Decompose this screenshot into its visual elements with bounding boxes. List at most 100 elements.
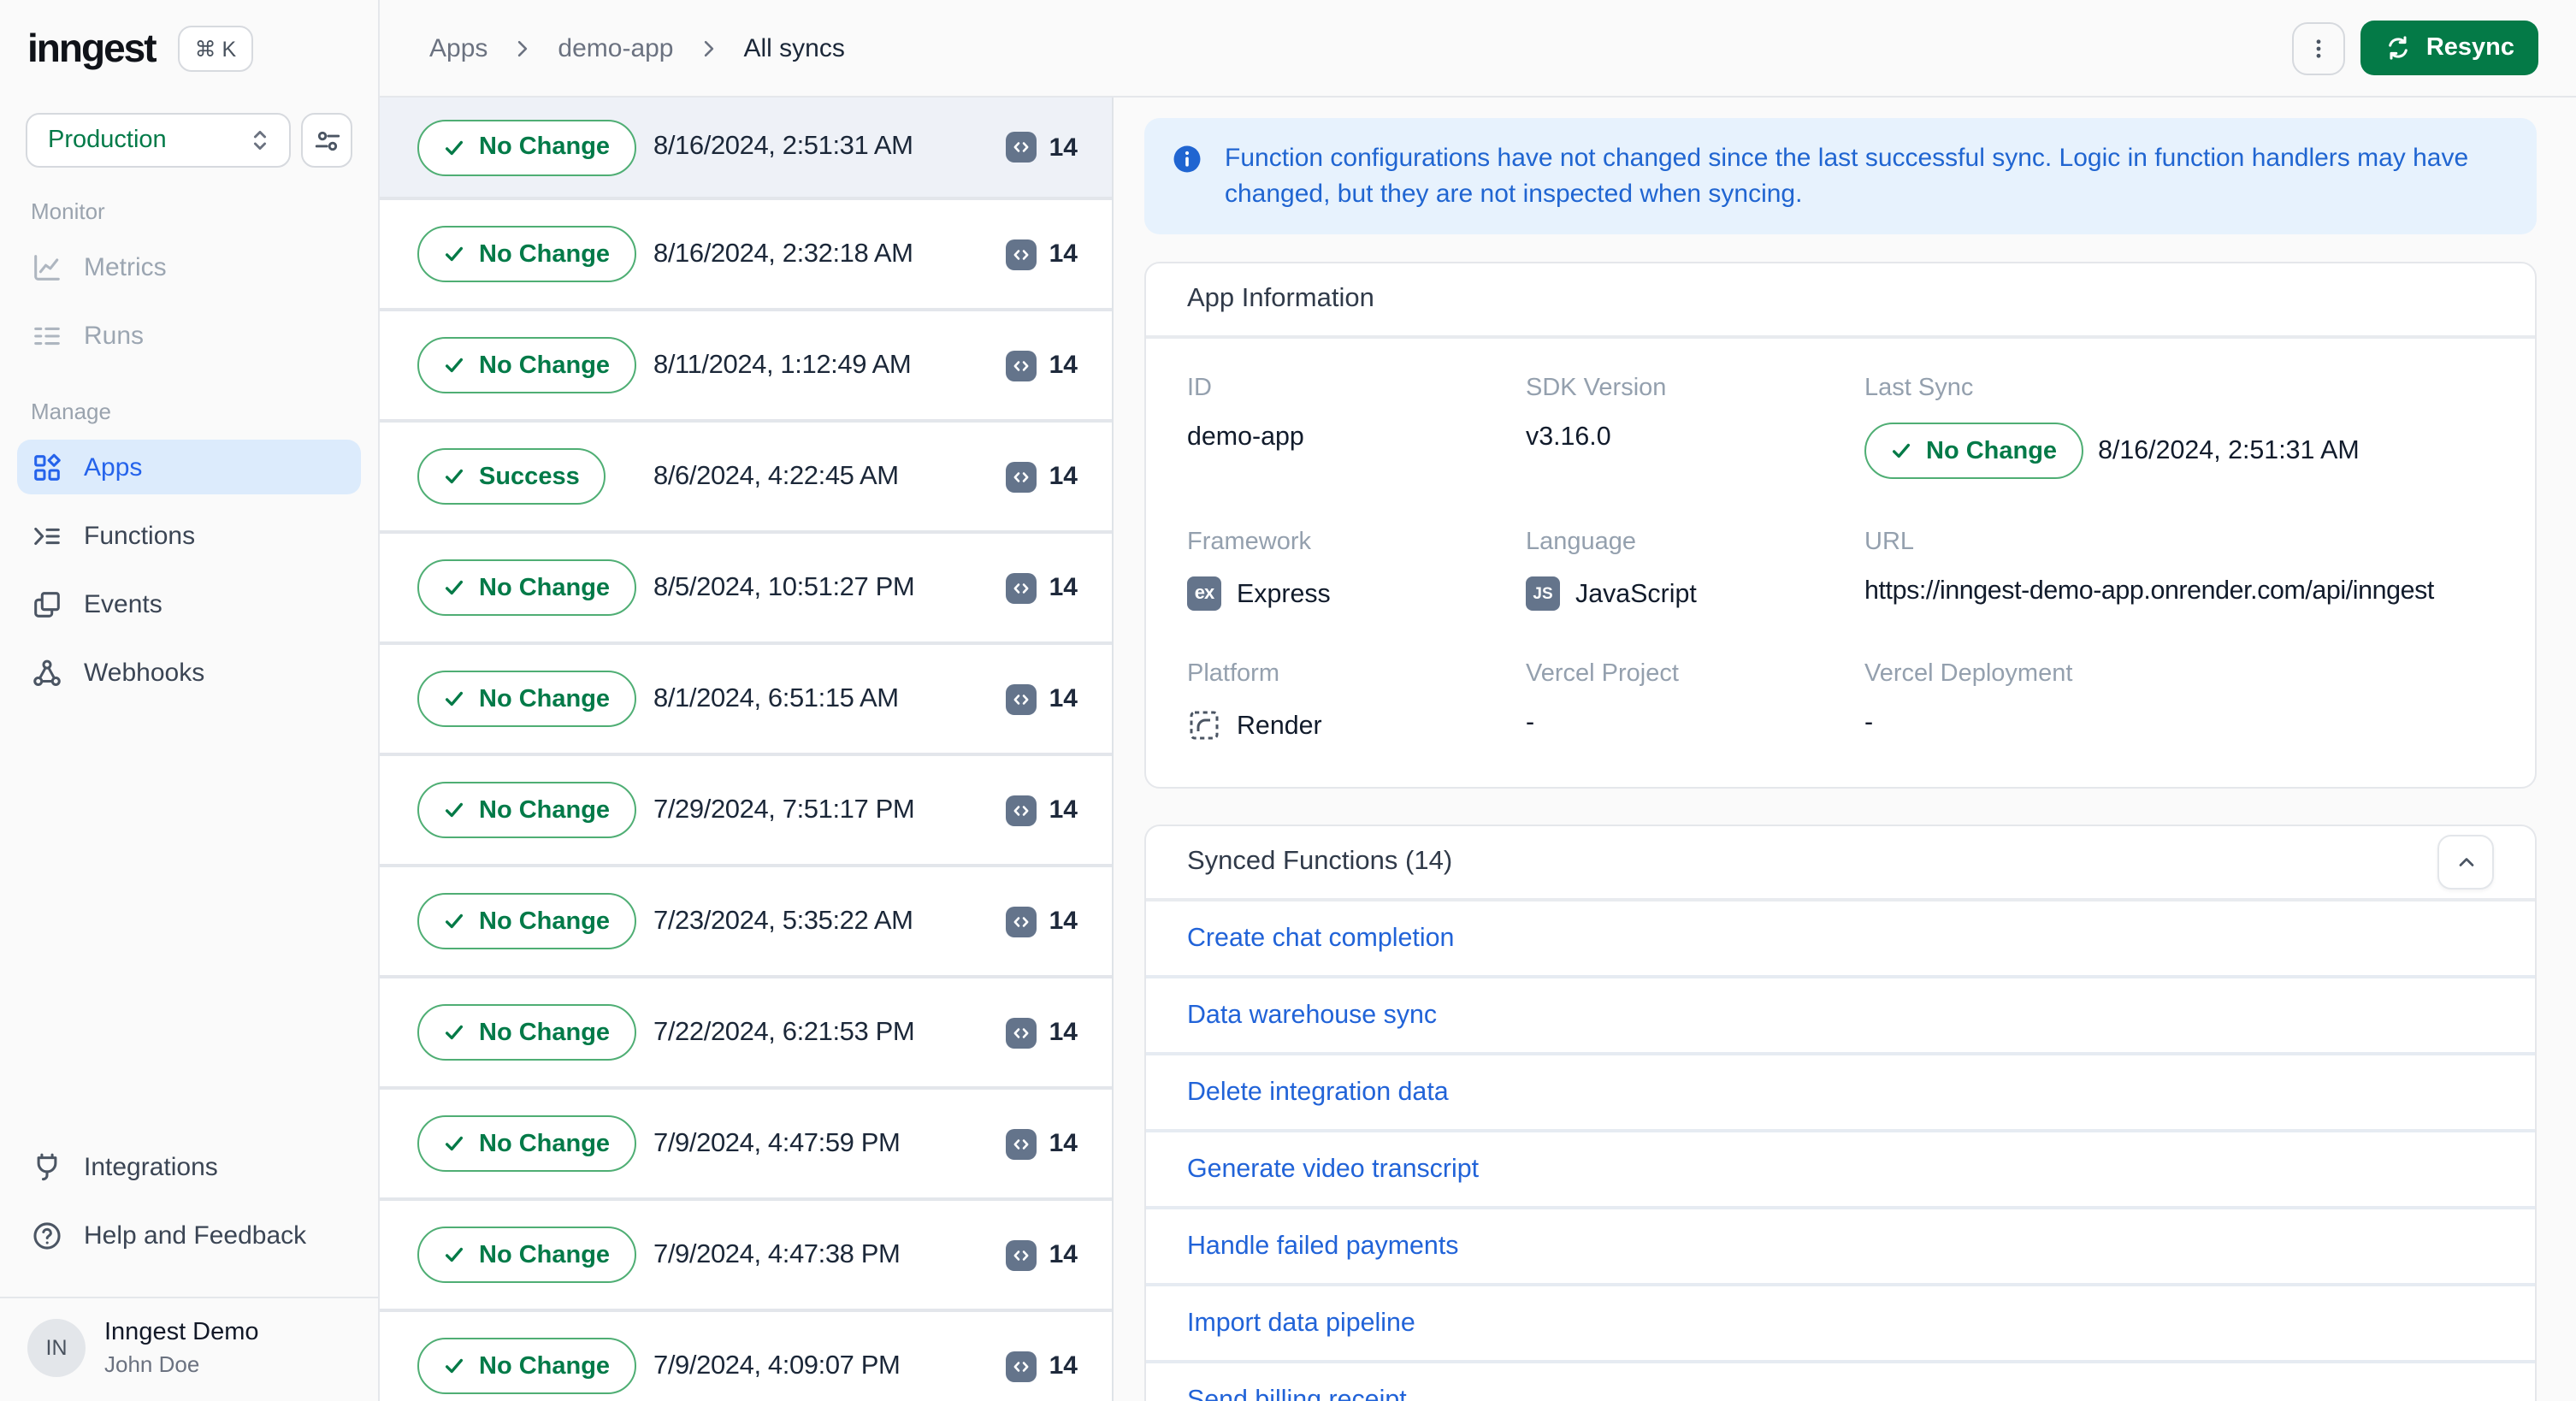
banner-text: Function configurations have not changed…: [1225, 144, 2469, 209]
sidebar-item-label: Metrics: [84, 252, 167, 281]
sync-function-count: 14: [1006, 1239, 1078, 1270]
synced-function-link[interactable]: Data warehouse sync: [1187, 1001, 1437, 1030]
breadcrumb: Apps demo-app All syncs: [429, 33, 845, 62]
more-options-button[interactable]: [2292, 21, 2346, 74]
check-icon: [443, 465, 465, 488]
sidebar-item-label: Integrations: [84, 1152, 218, 1181]
synced-function-row: Create chat completion: [1146, 901, 2535, 978]
field-label: ID: [1187, 375, 1212, 402]
field-value: -: [1864, 708, 1874, 737]
check-icon: [443, 1244, 465, 1266]
resync-label: Resync: [2425, 34, 2514, 62]
field-value: demo-app: [1187, 423, 1304, 452]
code-icon: [1006, 1128, 1037, 1159]
sidebar-item-apps[interactable]: Apps: [17, 440, 361, 494]
user-name: John Doe: [104, 1351, 200, 1377]
sync-function-count: 14: [1006, 1128, 1078, 1159]
sidebar-item-label: Webhooks: [84, 658, 205, 687]
sync-count-number: 14: [1049, 351, 1078, 380]
field-value: v3.16.0: [1526, 423, 1611, 452]
user-profile[interactable]: IN Inngest Demo John Doe: [0, 1297, 378, 1401]
synced-function-link[interactable]: Generate video transcript: [1187, 1155, 1479, 1184]
synced-function-row: Delete integration data: [1146, 1055, 2535, 1132]
webhooks-icon: [31, 656, 63, 689]
breadcrumb-apps[interactable]: Apps: [429, 33, 487, 62]
sidebar-item-metrics[interactable]: Metrics: [17, 239, 361, 294]
synced-functions-card: Synced Functions (14) Create chat comple…: [1144, 825, 2537, 1401]
sliders-icon: [312, 126, 341, 155]
command-k-shortcut[interactable]: ⌘ K: [177, 26, 254, 72]
sidebar-item-help-feedback[interactable]: Help and Feedback: [17, 1208, 361, 1262]
sidebar-item-label: Apps: [84, 452, 143, 482]
synced-function-link[interactable]: Create chat completion: [1187, 924, 1454, 953]
sidebar-item-runs[interactable]: Runs: [17, 308, 361, 363]
chart-line-icon: [31, 251, 63, 283]
check-icon: [443, 136, 465, 158]
sync-function-count: 14: [1006, 572, 1078, 603]
environment-select[interactable]: Production: [26, 113, 291, 168]
sidebar-item-label: Runs: [84, 321, 145, 350]
sync-count-number: 14: [1049, 239, 1078, 269]
sync-function-count: 14: [1006, 350, 1078, 381]
breadcrumb-demo-app[interactable]: demo-app: [558, 33, 673, 62]
sync-list-item[interactable]: No Change 8/1/2024, 6:51:15 AM 14: [380, 645, 1112, 756]
sync-list-item[interactable]: No Change 8/16/2024, 2:32:18 AM 14: [380, 200, 1112, 311]
field-sdk-version: SDK Version v3.16.0: [1526, 375, 1864, 479]
check-icon: [443, 1355, 465, 1377]
badge-label: No Change: [1926, 437, 2058, 464]
environment-settings-button[interactable]: [301, 113, 352, 168]
field-label: Vercel Project: [1526, 660, 1679, 688]
field-vercel-deployment: Vercel Deployment -: [1864, 660, 2494, 742]
sync-list-item[interactable]: No Change 8/11/2024, 1:12:49 AM 14: [380, 311, 1112, 423]
field-label: Language: [1526, 529, 1637, 556]
chevron-right-icon: [698, 38, 720, 60]
sync-list-item[interactable]: No Change 8/16/2024, 2:51:31 AM 14: [380, 98, 1112, 200]
plug-icon: [31, 1150, 63, 1183]
sync-status-badge: No Change: [417, 893, 636, 949]
sync-list-item[interactable]: No Change 7/9/2024, 4:47:59 PM 14: [380, 1090, 1112, 1201]
kebab-icon: [2307, 35, 2332, 61]
check-icon: [443, 354, 465, 376]
info-banner: Function configurations have not changed…: [1144, 118, 2537, 234]
sync-timestamp: 7/9/2024, 4:47:59 PM: [653, 1128, 901, 1157]
list-lines-icon: [31, 319, 63, 352]
sync-status-badge: No Change: [417, 226, 636, 282]
sync-function-count: 14: [1006, 795, 1078, 825]
breadcrumb-all-syncs: All syncs: [743, 33, 845, 62]
sidebar-item-functions[interactable]: Functions: [17, 508, 361, 563]
sync-list-item[interactable]: No Change 7/9/2024, 4:47:38 PM 14: [380, 1201, 1112, 1312]
sync-list-item[interactable]: No Change 7/22/2024, 6:21:53 PM 14: [380, 978, 1112, 1090]
sync-details: Function configurations have not changed…: [1114, 98, 2576, 1401]
sidebar-item-events[interactable]: Events: [17, 576, 361, 631]
sync-list-item[interactable]: Success 8/6/2024, 4:22:45 AM 14: [380, 423, 1112, 534]
sidebar-item-webhooks[interactable]: Webhooks: [17, 645, 361, 700]
sync-status-badge: No Change: [417, 1115, 636, 1172]
sync-status-badge: No Change: [417, 337, 636, 393]
sync-timestamp: 7/9/2024, 4:47:38 PM: [653, 1239, 901, 1268]
sync-status-label: No Change: [479, 574, 611, 601]
sync-count-number: 14: [1049, 1240, 1078, 1269]
sidebar-item-integrations[interactable]: Integrations: [17, 1139, 361, 1194]
sync-count-number: 14: [1049, 1018, 1078, 1047]
sync-status-label: No Change: [479, 1019, 611, 1046]
code-icon: [1006, 795, 1037, 825]
chevron-up-down-icon: [246, 127, 274, 154]
synced-function-link[interactable]: Import data pipeline: [1187, 1309, 1415, 1338]
synced-function-link[interactable]: Delete integration data: [1187, 1078, 1449, 1107]
sync-list-item[interactable]: No Change 7/29/2024, 7:51:17 PM 14: [380, 756, 1112, 867]
sync-function-count: 14: [1006, 1017, 1078, 1048]
field-label: Last Sync: [1864, 375, 1974, 402]
inngest-logo: inngest: [27, 26, 157, 70]
sync-count-number: 14: [1049, 795, 1078, 825]
synced-function-link[interactable]: Send billing receipt: [1187, 1386, 1407, 1401]
sync-timestamp: 7/23/2024, 5:35:22 AM: [653, 906, 913, 935]
resync-button[interactable]: Resync: [2360, 21, 2538, 75]
check-icon: [443, 1021, 465, 1043]
collapse-button[interactable]: [2437, 835, 2494, 890]
sync-list-item[interactable]: No Change 7/23/2024, 5:35:22 AM 14: [380, 867, 1112, 978]
sync-list-item[interactable]: No Change 7/9/2024, 4:09:07 PM 14: [380, 1312, 1112, 1401]
question-circle-icon: [31, 1219, 63, 1251]
sync-list-item[interactable]: No Change 8/5/2024, 10:51:27 PM 14: [380, 534, 1112, 645]
sync-status-label: No Change: [479, 240, 611, 268]
synced-function-link[interactable]: Handle failed payments: [1187, 1232, 1458, 1261]
